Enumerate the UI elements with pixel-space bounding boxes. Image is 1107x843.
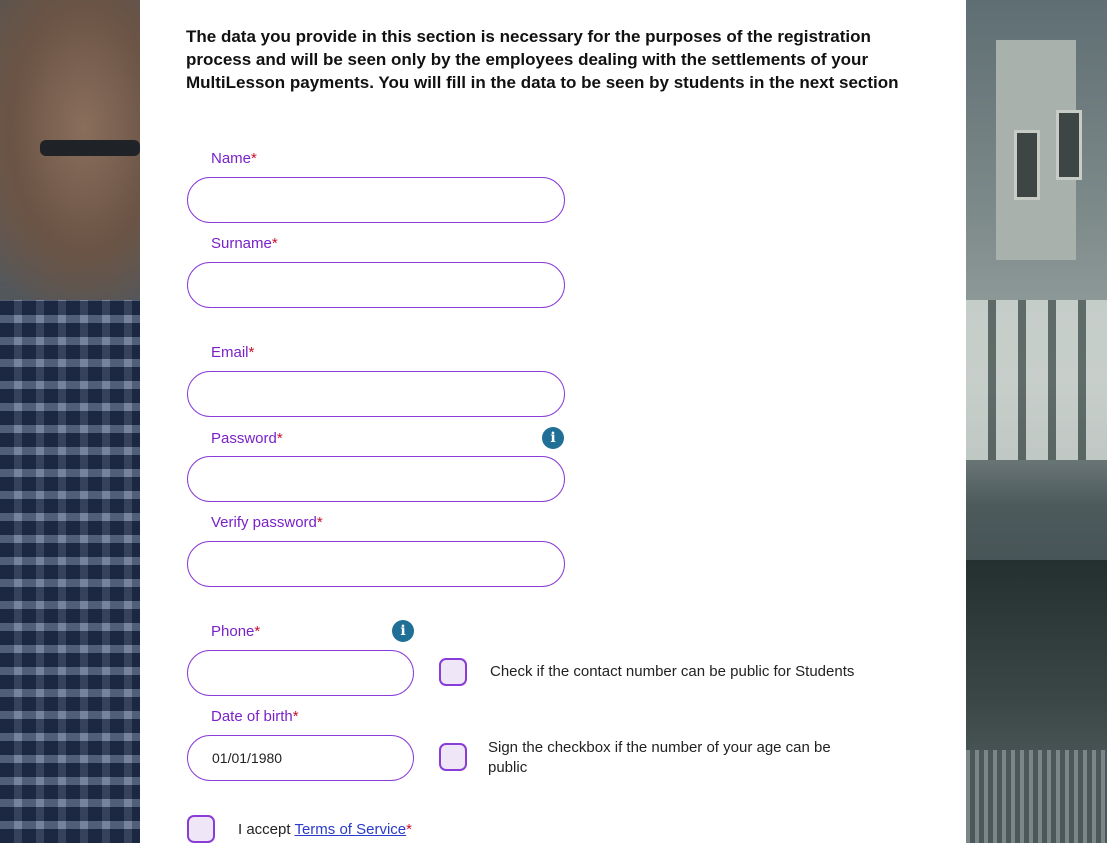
age-public-checkbox[interactable] <box>439 743 467 771</box>
password-input[interactable] <box>187 456 565 502</box>
phone-label: Phone* <box>211 623 261 640</box>
building-window <box>1014 130 1040 200</box>
person-plaid-shirt <box>0 300 140 843</box>
name-input[interactable] <box>187 177 565 223</box>
surname-input[interactable] <box>187 262 565 308</box>
person-glasses <box>40 140 140 156</box>
building-balcony <box>966 300 1107 460</box>
background-photo-right <box>966 0 1107 843</box>
password-info-icon[interactable]: i <box>542 427 564 449</box>
terms-text: I accept Terms of Service* <box>238 820 412 840</box>
phone-public-checkbox[interactable] <box>439 658 467 686</box>
email-input[interactable] <box>187 371 565 417</box>
terms-prefix: I accept <box>238 821 295 838</box>
email-label: Email* <box>211 344 255 361</box>
background-photo-left <box>0 0 140 843</box>
intro-text: The data you provide in this section is … <box>186 27 899 92</box>
phone-input[interactable] <box>187 650 414 696</box>
verify-password-input[interactable] <box>187 541 565 587</box>
surname-label: Surname* <box>211 235 278 252</box>
password-label: Password* <box>211 430 283 447</box>
name-label: Name* <box>211 150 257 167</box>
terms-of-service-link[interactable]: Terms of Service <box>294 821 406 838</box>
terms-checkbox[interactable] <box>187 815 215 843</box>
person-face <box>0 0 140 320</box>
verify-password-label: Verify password* <box>211 514 323 531</box>
terms-required-mark: * <box>406 821 412 838</box>
phone-public-text: Check if the contact number can be publi… <box>490 663 855 680</box>
dob-input[interactable] <box>187 735 414 781</box>
fence <box>966 750 1107 843</box>
age-public-text: Sign the checkbox if the number of your … <box>488 739 831 777</box>
building-window <box>1056 110 1082 180</box>
phone-info-icon[interactable]: i <box>392 620 414 642</box>
dob-label: Date of birth* <box>211 708 299 725</box>
